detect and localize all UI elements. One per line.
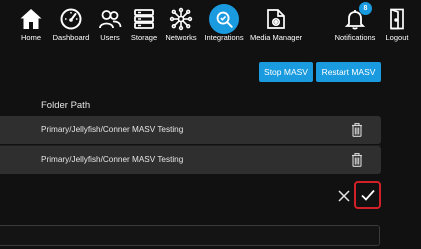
top-nav-bar: Home Dashboard Users Storage Networks In…	[0, 0, 421, 50]
nav-storage-label: Storage	[130, 33, 158, 42]
logout-door-icon	[385, 7, 409, 31]
nav-logout[interactable]: Logout	[383, 4, 411, 48]
nav-integrations-label: Integrations	[204, 33, 244, 42]
dashboard-gauge-icon	[59, 7, 83, 31]
nav-integrations[interactable]: Integrations	[203, 4, 245, 48]
nav-media-manager-label: Media Manager	[250, 33, 303, 42]
media-manager-icon	[264, 7, 288, 31]
bottom-input-field[interactable]	[0, 225, 380, 246]
folder-path-cell: Primary/Jellyfish/Conner MASV Testing	[41, 155, 184, 164]
nav-networks-label: Networks	[165, 33, 197, 42]
stop-masv-button[interactable]: Stop MASV	[259, 62, 313, 82]
nav-home-label: Home	[20, 33, 41, 42]
cancel-close-icon[interactable]	[337, 189, 351, 203]
notification-count-badge: 8	[359, 2, 372, 15]
restart-masv-button[interactable]: Restart MASV	[316, 62, 381, 82]
folder-path-cell: Primary/Jellyfish/Conner MASV Testing	[41, 125, 184, 134]
nav-dashboard-label: Dashboard	[52, 33, 90, 42]
nav-logout-label: Logout	[385, 33, 409, 42]
confirm-button[interactable]	[354, 181, 381, 209]
table-row: Primary/Jellyfish/Conner MASV Testing	[0, 146, 381, 174]
folder-path-column-header: Folder Path	[41, 100, 91, 111]
checkmark-icon	[361, 189, 375, 201]
integrations-icon	[209, 4, 239, 34]
table-row: Primary/Jellyfish/Conner MASV Testing	[0, 116, 381, 144]
nav-users[interactable]: Users	[96, 4, 124, 48]
nav-media-manager[interactable]: Media Manager	[250, 4, 302, 48]
nav-networks[interactable]: Networks	[163, 4, 199, 48]
nav-notifications-label: Notifications	[334, 33, 376, 42]
users-icon	[98, 7, 122, 31]
trash-icon[interactable]	[351, 123, 363, 137]
home-icon	[19, 7, 43, 31]
nav-users-label: Users	[100, 33, 120, 42]
nav-home[interactable]: Home	[14, 4, 48, 48]
nav-storage[interactable]: Storage	[128, 4, 160, 48]
nav-dashboard[interactable]: Dashboard	[52, 4, 90, 48]
storage-icon	[132, 7, 156, 31]
network-icon	[169, 7, 193, 31]
trash-icon[interactable]	[351, 153, 363, 167]
